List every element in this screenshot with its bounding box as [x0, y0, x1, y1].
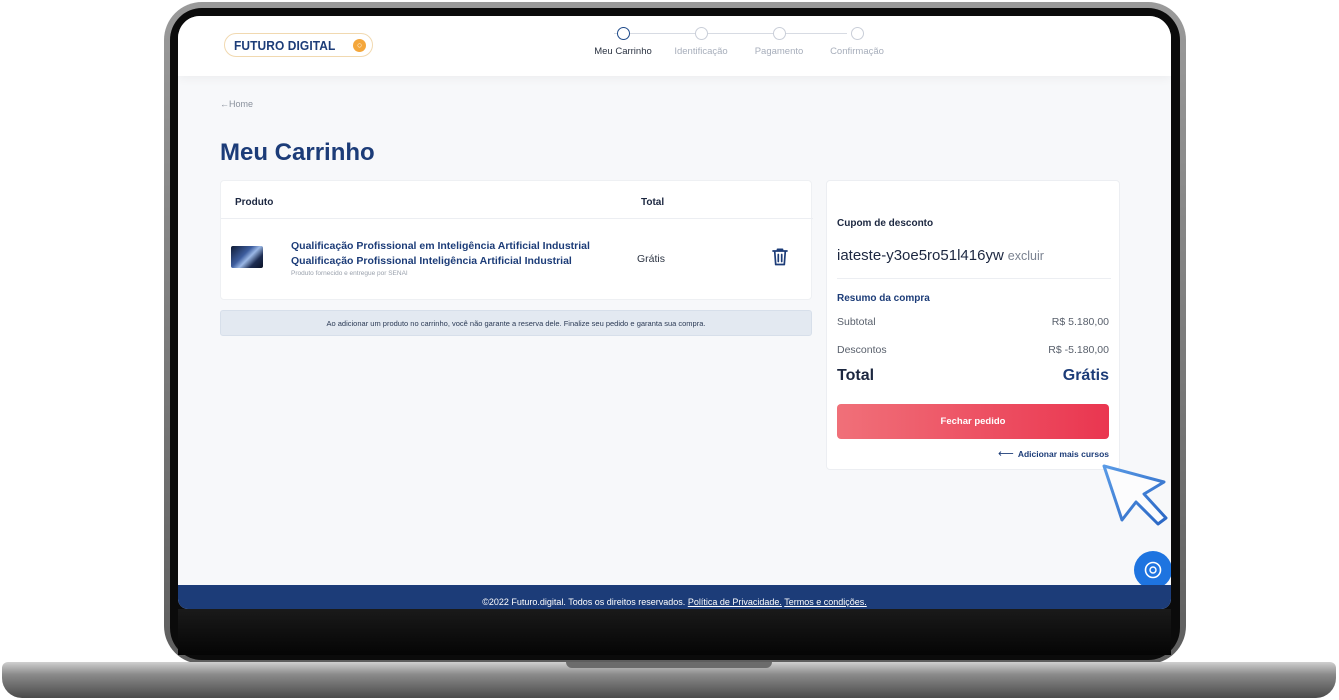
product-thumbnail: [231, 246, 263, 268]
cart-item-row: Qualificação Profissional em Inteligênci…: [221, 219, 813, 299]
copyright-text: ©2022 Futuro.digital. Todos os direitos …: [482, 597, 686, 607]
step-identificacao: Identificação: [656, 26, 746, 57]
laptop-keyboard-reflection: [178, 609, 1171, 655]
product-provider: Produto fornecido e entregue por SENAI: [291, 270, 408, 277]
reservation-notice: Ao adicionar um produto no carrinho, voc…: [220, 310, 812, 336]
checkout-button[interactable]: Fechar pedido: [837, 404, 1109, 439]
column-header-product: Produto: [235, 197, 274, 208]
cart-table: Produto Total Qualificação Profissional …: [220, 180, 813, 300]
step-label: Identificação: [674, 46, 728, 57]
trash-icon[interactable]: [771, 247, 789, 267]
total-label: Total: [837, 367, 875, 384]
subtotal-row: Subtotal R$ 5.180,00: [837, 316, 1109, 328]
subtotal-value: R$ 5.180,00: [1051, 316, 1109, 328]
logo[interactable]: FUTURO DIGITAL ○: [224, 33, 374, 57]
laptop-mockup: FUTURO DIGITAL ○ Meu Carrinho Identifica…: [0, 0, 1339, 700]
step-dot: [694, 27, 708, 40]
step-label: Meu Carrinho: [594, 46, 652, 57]
column-header-total: Total: [641, 197, 665, 208]
subtotal-label: Subtotal: [837, 316, 876, 328]
lifebuoy-icon: [1144, 561, 1162, 579]
step-dot: [772, 27, 786, 40]
screen: FUTURO DIGITAL ○ Meu Carrinho Identifica…: [178, 16, 1171, 609]
breadcrumb-label: Home: [229, 99, 254, 109]
add-more-label: Adicionar mais cursos: [1017, 449, 1109, 459]
page-footer: ©2022 Futuro.digital. Todos os direitos …: [178, 585, 1171, 609]
page-title: Meu Carrinho: [220, 139, 375, 166]
privacy-policy-link[interactable]: Política de Privacidade.: [688, 597, 782, 607]
total-value: Grátis: [1062, 367, 1109, 384]
coupon-label: Cupom de desconto: [837, 218, 934, 229]
help-chat-button[interactable]: [1134, 551, 1171, 589]
step-label: Pagamento: [754, 46, 804, 57]
cart-table-header: Produto Total: [221, 181, 813, 219]
step-confirmacao: Confirmação: [812, 26, 902, 57]
order-summary-card: Cupom de desconto iateste-y3oe5ro51l416y…: [826, 180, 1120, 470]
terms-link[interactable]: Termos e condições.: [784, 597, 867, 607]
coin-icon: ○: [353, 39, 367, 52]
checkout-stepper: Meu Carrinho Identificação Pagamento Con…: [578, 26, 888, 66]
pointer-cursor-icon: [1102, 464, 1168, 526]
product-name-line1[interactable]: Qualificação Profissional em Inteligênci…: [291, 240, 590, 252]
discount-label: Descontos: [837, 344, 887, 356]
step-pagamento: Pagamento: [734, 26, 824, 57]
divider: [837, 278, 1111, 279]
arrow-left-icon: ←: [220, 99, 229, 109]
breadcrumb-home[interactable]: ←Home: [220, 99, 253, 109]
arrow-left-icon: ⟵: [998, 448, 1014, 460]
discount-row: Descontos R$ -5.180,00: [837, 344, 1109, 356]
summary-title: Resumo da compra: [837, 293, 930, 304]
coupon-code-value: iateste-y3oe5ro51l416yw: [837, 247, 1004, 264]
laptop-notch: [566, 662, 772, 668]
step-dot: [616, 27, 630, 40]
step-label: Confirmação: [830, 46, 884, 57]
remove-coupon-link[interactable]: excluir: [1008, 249, 1044, 263]
product-price: Grátis: [637, 253, 666, 265]
product-name-line2[interactable]: Qualificação Profissional Inteligência A…: [291, 255, 572, 267]
logo-text: FUTURO DIGITAL: [234, 37, 336, 53]
step-meu-carrinho: Meu Carrinho: [578, 26, 668, 57]
add-more-courses-link[interactable]: ⟵ Adicionar mais cursos: [998, 447, 1109, 460]
coupon-code: iateste-y3oe5ro51l416yw excluir: [837, 247, 1044, 264]
total-row: Total Grátis: [837, 367, 1109, 385]
step-dot: [850, 27, 864, 40]
top-header: FUTURO DIGITAL ○ Meu Carrinho Identifica…: [178, 16, 1171, 76]
discount-value: R$ -5.180,00: [1048, 344, 1109, 356]
